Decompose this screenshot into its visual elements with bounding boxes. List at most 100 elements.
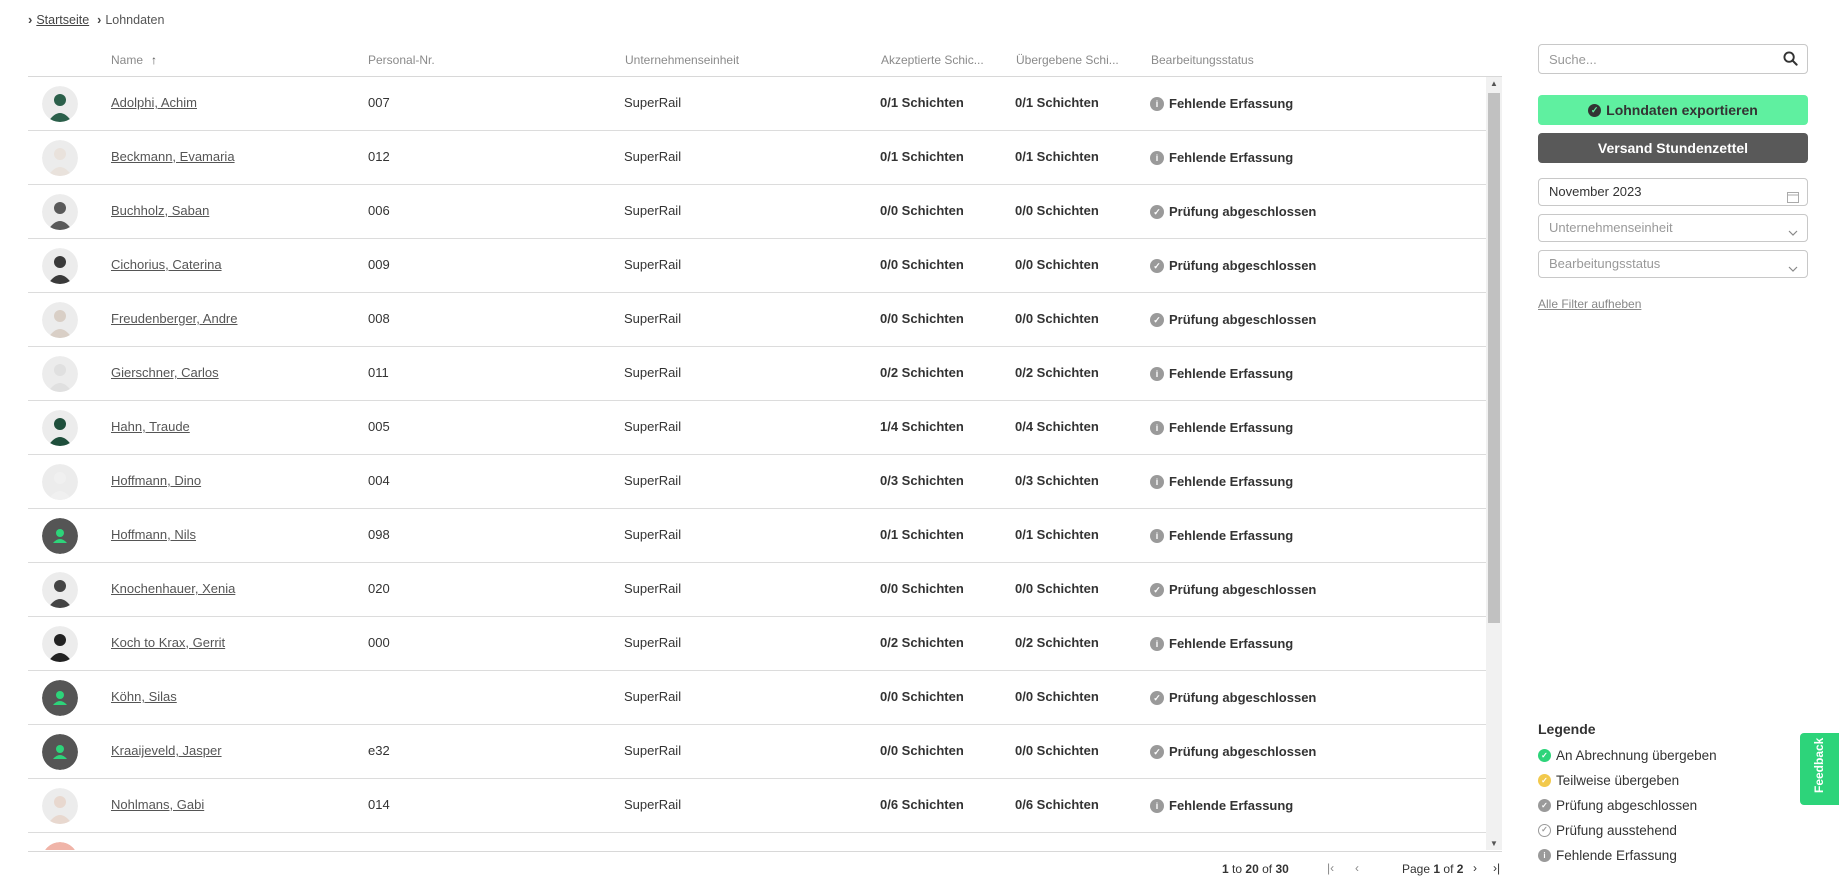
- employee-name-link[interactable]: Koch to Krax, Gerrit: [111, 635, 225, 650]
- company-unit: SuperRail: [624, 365, 682, 380]
- employee-name-link[interactable]: Beckmann, Evamaria: [111, 149, 235, 164]
- check-outline-icon: ✓: [1538, 824, 1551, 837]
- legend-title: Legende: [1538, 721, 1596, 737]
- legend-item: ✓ Teilweise übergeben: [1538, 768, 1808, 793]
- table-row[interactable]: Koch to Krax, Gerrit 000 SuperRail 0/2 Schi…: [28, 617, 1486, 671]
- info-icon: i: [1150, 798, 1164, 813]
- legend-label: Fehlende Erfassung: [1556, 848, 1677, 863]
- accepted-shifts: 0/1 Schichten: [880, 527, 964, 542]
- table-row[interactable]: Hoffmann, Dino 004 SuperRail 0/3 Schichten 0…: [28, 455, 1486, 509]
- table-row[interactable]: Köhn, Silas SuperRail 0/0 Schichten 0/0 Sch…: [28, 671, 1486, 725]
- feedback-tab[interactable]: Feedback: [1800, 733, 1839, 805]
- previous-page-icon[interactable]: ‹: [1355, 861, 1359, 875]
- column-header-submitted[interactable]: Übergebene Schi...: [1016, 53, 1121, 67]
- status-label: Prüfung abgeschlossen: [1169, 582, 1317, 597]
- pagination: 1 to 20 of 30 |‹ ‹ Page 1 of 2 › ›|: [28, 851, 1502, 885]
- table-body: Adolphi, Achim 007 SuperRail 0/1 Schichten 0…: [28, 77, 1486, 850]
- status-label: Prüfung abgeschlossen: [1169, 744, 1317, 759]
- export-payroll-button[interactable]: ✓ Lohndaten exportieren: [1538, 95, 1808, 125]
- table-row[interactable]: Nohlmans, Gabi 014 SuperRail 0/6 Schichten 0…: [28, 779, 1486, 833]
- employee-name-link[interactable]: Gierschner, Carlos: [111, 365, 219, 380]
- employee-name-link[interactable]: Hoffmann, Nils: [111, 527, 196, 542]
- avatar: [42, 302, 78, 338]
- submitted-shifts: 0/0 Schichten: [1015, 689, 1099, 704]
- status-cell: i Fehlende Erfassung: [1150, 528, 1293, 543]
- table-row[interactable]: [28, 833, 1486, 850]
- submitted-shifts: 0/2 Schichten: [1015, 365, 1099, 380]
- scroll-up-icon[interactable]: ▲: [1490, 79, 1498, 88]
- table-row[interactable]: Freudenberger, Andre 008 SuperRail 0/0 Schi…: [28, 293, 1486, 347]
- employee-name-link[interactable]: Köhn, Silas: [111, 689, 177, 704]
- employee-name-link[interactable]: Kraaijeveld, Jasper: [111, 743, 222, 758]
- submitted-shifts: 0/3 Schichten: [1015, 473, 1099, 488]
- info-icon: i: [1150, 96, 1164, 111]
- status-label: Fehlende Erfassung: [1169, 474, 1294, 489]
- scrollbar-thumb[interactable]: [1488, 93, 1500, 623]
- chevron-down-icon[interactable]: [1787, 222, 1799, 248]
- column-header-accepted[interactable]: Akzeptierte Schic...: [881, 53, 986, 67]
- column-header-unit[interactable]: Unternehmenseinheit: [625, 53, 739, 67]
- avatar: [42, 464, 78, 500]
- scroll-down-icon[interactable]: ▼: [1490, 839, 1498, 848]
- legend-label: Teilweise übergeben: [1556, 773, 1680, 788]
- legend-label: Prüfung ausstehend: [1556, 823, 1677, 838]
- first-page-icon[interactable]: |‹: [1327, 861, 1334, 875]
- info-icon: i: [1150, 636, 1164, 651]
- employee-name-link[interactable]: Hoffmann, Dino: [111, 473, 201, 488]
- search-icon[interactable]: [1783, 51, 1798, 69]
- company-unit: SuperRail: [624, 203, 682, 218]
- table-row[interactable]: Adolphi, Achim 007 SuperRail 0/1 Schichten 0…: [28, 77, 1486, 131]
- status-label: Fehlende Erfassung: [1169, 636, 1294, 651]
- next-page-icon[interactable]: ›: [1473, 861, 1477, 875]
- personal-nr: 020: [368, 581, 390, 596]
- status-select[interactable]: Bearbeitungsstatus: [1538, 250, 1808, 278]
- employee-name-link[interactable]: Adolphi, Achim: [111, 95, 197, 110]
- table-row[interactable]: Knochenhauer, Xenia 020 SuperRail 0/0 Schic…: [28, 563, 1486, 617]
- company-unit: SuperRail: [624, 149, 682, 164]
- check-icon: ✓: [1538, 749, 1551, 762]
- employee-name-link[interactable]: Cichorius, Caterina: [111, 257, 222, 272]
- table-row[interactable]: Beckmann, Evamaria 012 SuperRail 0/1 Schich…: [28, 131, 1486, 185]
- column-header-name[interactable]: Name ↑: [111, 53, 157, 67]
- chevron-down-icon[interactable]: [1787, 258, 1799, 284]
- table-row[interactable]: Hahn, Traude 005 SuperRail 1/4 Schichten 0/4…: [28, 401, 1486, 455]
- status-cell: ✓ Prüfung abgeschlossen: [1150, 204, 1316, 219]
- table-row[interactable]: Gierschner, Carlos 011 SuperRail 0/2 Schich…: [28, 347, 1486, 401]
- personal-nr: 005: [368, 419, 390, 434]
- table-row[interactable]: Hoffmann, Nils 098 SuperRail 0/1 Schichten 0…: [28, 509, 1486, 563]
- check-circle-icon: ✓: [1150, 690, 1164, 705]
- table-row[interactable]: Cichorius, Caterina 009 SuperRail 0/0 Schic…: [28, 239, 1486, 293]
- sort-ascending-icon[interactable]: ↑: [151, 53, 157, 67]
- vertical-scrollbar[interactable]: ▲ ▼: [1486, 77, 1502, 850]
- avatar: [42, 572, 78, 608]
- clear-filters-link[interactable]: Alle Filter aufheben: [1538, 297, 1641, 311]
- last-page-icon[interactable]: ›|: [1493, 861, 1500, 875]
- column-header-personal-nr[interactable]: Personal-Nr.: [368, 53, 435, 67]
- accepted-shifts: 0/0 Schichten: [880, 257, 964, 272]
- employee-name-link[interactable]: Buchholz, Saban: [111, 203, 209, 218]
- month-picker[interactable]: November 2023: [1538, 178, 1808, 206]
- calendar-icon[interactable]: [1787, 186, 1799, 212]
- employee-name-link[interactable]: Hahn, Traude: [111, 419, 190, 434]
- submitted-shifts: 0/0 Schichten: [1015, 581, 1099, 596]
- accepted-shifts: 0/6 Schichten: [880, 797, 964, 812]
- legend-item: ✓ An Abrechnung übergeben: [1538, 743, 1808, 768]
- status-label: Fehlende Erfassung: [1169, 366, 1294, 381]
- check-circle-icon: ✓: [1150, 258, 1164, 273]
- employee-name-link[interactable]: Freudenberger, Andre: [111, 311, 237, 326]
- table-row[interactable]: Kraaijeveld, Jasper e32 SuperRail 0/0 Schic…: [28, 725, 1486, 779]
- employee-name-link[interactable]: Knochenhauer, Xenia: [111, 581, 235, 596]
- unit-select[interactable]: Unternehmenseinheit: [1538, 214, 1808, 242]
- accepted-shifts: 0/2 Schichten: [880, 365, 964, 380]
- table-header: Name ↑ Personal-Nr. Unternehmenseinheit A…: [28, 46, 1502, 77]
- accepted-shifts: 0/1 Schichten: [880, 95, 964, 110]
- send-timesheet-button[interactable]: Versand Stundenzettel: [1538, 133, 1808, 163]
- check-circle-icon: ✓: [1150, 744, 1164, 759]
- column-header-status[interactable]: Bearbeitungsstatus: [1151, 53, 1254, 67]
- table-row[interactable]: Buchholz, Saban 006 SuperRail 0/0 Schichten…: [28, 185, 1486, 239]
- employee-name-link[interactable]: Nohlmans, Gabi: [111, 797, 204, 812]
- avatar: [42, 626, 78, 662]
- avatar: [42, 788, 78, 824]
- breadcrumb-home-link[interactable]: Startseite: [36, 13, 89, 27]
- search-input[interactable]: [1539, 45, 1769, 73]
